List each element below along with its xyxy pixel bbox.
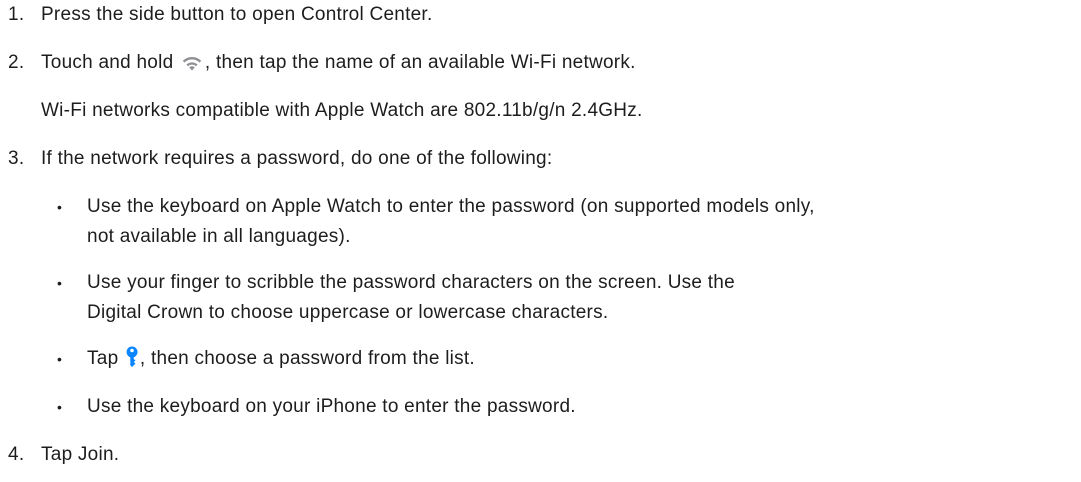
- step-number: 4.: [8, 444, 25, 465]
- note-text: Wi-Fi networks compatible with Apple Wat…: [41, 100, 643, 121]
- step-number: 3.: [8, 148, 25, 169]
- bullet-text-line: Tap , then choose a password from the li…: [87, 346, 475, 376]
- step-text: Press the side button to open Control Ce…: [41, 4, 433, 25]
- bullet-marker: •: [57, 351, 63, 367]
- bullet-marker: •: [57, 399, 63, 415]
- bullet-text-line: Digital Crown to choose uppercase or low…: [87, 302, 609, 323]
- bullet-text-before-icon: Tap: [87, 348, 124, 369]
- step-text-after-icon: , then tap the name of an available Wi-F…: [204, 52, 636, 73]
- bullet-text-line: Use your finger to scribble the password…: [87, 272, 735, 293]
- step-text: If the network requires a password, do o…: [41, 148, 553, 169]
- step-number: 1.: [8, 4, 25, 25]
- bullet-text-after-icon: , then choose a password from the list.: [139, 348, 475, 369]
- step-text-before-icon: Touch and hold: [41, 52, 179, 73]
- bullet-text-line: not available in all languages).: [87, 226, 351, 247]
- step-number: 2.: [8, 52, 25, 73]
- bullet-marker: •: [57, 199, 63, 215]
- step-text: Tap Join.: [41, 444, 120, 465]
- wifi-icon: [180, 54, 204, 80]
- bullet-marker: •: [57, 275, 63, 291]
- bullet-text-line: Use the keyboard on your iPhone to enter…: [87, 396, 576, 417]
- instructions-document: 1. Press the side button to open Control…: [0, 0, 1081, 482]
- key-icon: [125, 346, 139, 376]
- bullet-text-line: Use the keyboard on Apple Watch to enter…: [87, 196, 815, 217]
- step-text: Touch and hold , then tap the name of an…: [41, 50, 636, 80]
